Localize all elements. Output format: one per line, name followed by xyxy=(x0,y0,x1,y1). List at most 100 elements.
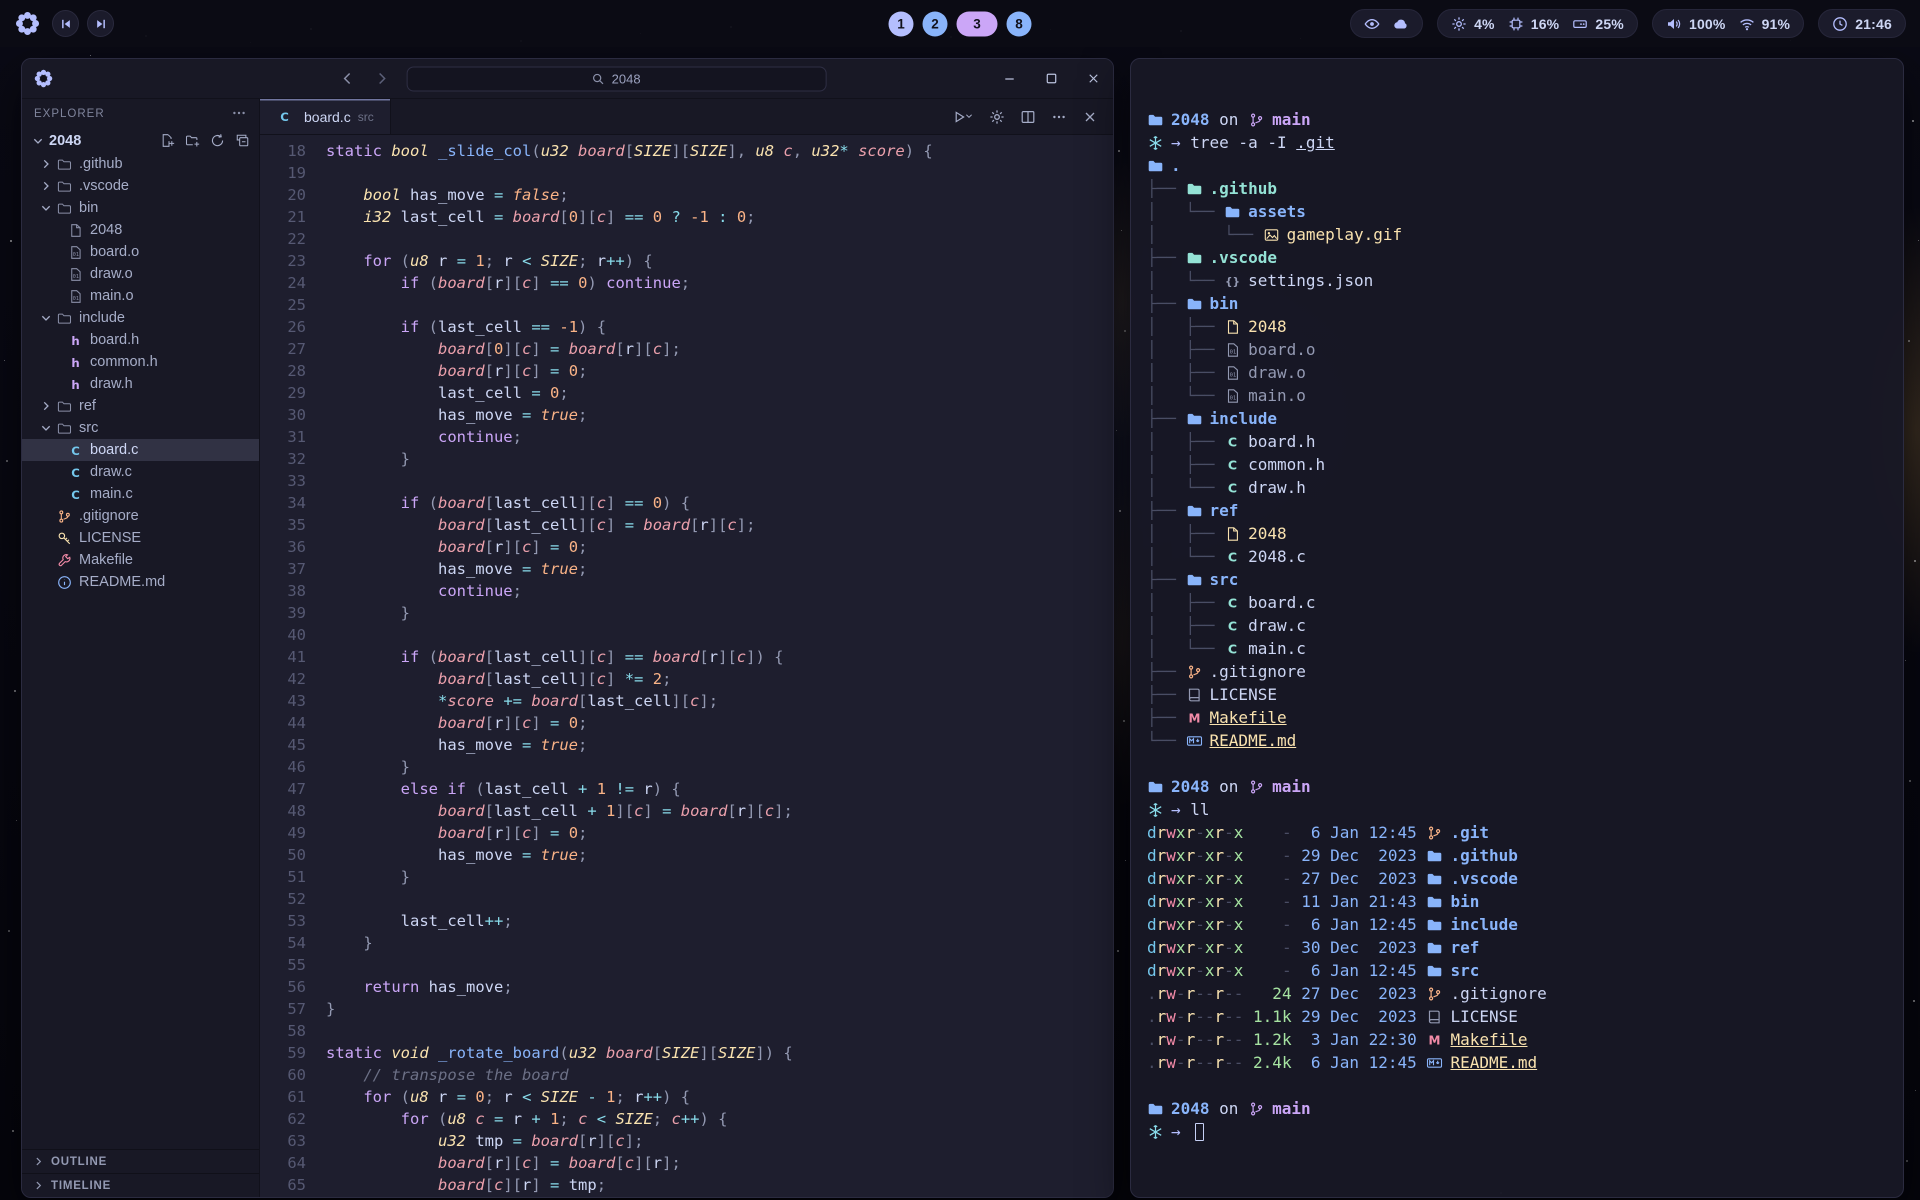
code-line-21[interactable]: 21 i32 last_cell = board[0][c] == 0 ? -1… xyxy=(260,206,1113,228)
code-line-64[interactable]: 64 board[r][c] = board[c][r]; xyxy=(260,1152,1113,1174)
terminal-window[interactable]: 2048 on main→ tree -a -I .git.├── .githu… xyxy=(1130,58,1904,1198)
code-line-52[interactable]: 52 xyxy=(260,888,1113,910)
outline-panel-header[interactable]: OUTLINE xyxy=(22,1149,259,1173)
timeline-panel-header[interactable]: TIMELINE xyxy=(22,1173,259,1197)
close-button[interactable] xyxy=(1086,71,1101,86)
code-line-49[interactable]: 49 board[r][c] = 0; xyxy=(260,822,1113,844)
code-line-29[interactable]: 29 last_cell = 0; xyxy=(260,382,1113,404)
tab-board.c[interactable]: C board.c src xyxy=(260,99,391,134)
file-src[interactable]: src xyxy=(22,417,259,439)
code-line-40[interactable]: 40 xyxy=(260,624,1113,646)
weather-widget[interactable] xyxy=(1350,9,1423,38)
code-line-26[interactable]: 26 if (last_cell == -1) { xyxy=(260,316,1113,338)
code-line-33[interactable]: 33 xyxy=(260,470,1113,492)
code-line-60[interactable]: 60 // transpose the board xyxy=(260,1064,1113,1086)
launcher-icon[interactable] xyxy=(14,10,41,37)
collapse-folders-icon[interactable] xyxy=(235,133,251,149)
code-line-55[interactable]: 55 xyxy=(260,954,1113,976)
code-line-37[interactable]: 37 has_move = true; xyxy=(260,558,1113,580)
code-line-22[interactable]: 22 xyxy=(260,228,1113,250)
code-line-35[interactable]: 35 board[last_cell][c] = board[r][c]; xyxy=(260,514,1113,536)
file-.gitignore[interactable]: .gitignore xyxy=(22,505,259,527)
settings-icon[interactable] xyxy=(989,109,1005,125)
file-Makefile[interactable]: Makefile xyxy=(22,549,259,571)
explorer-more-actions-icon[interactable] xyxy=(231,105,247,124)
media-next-button[interactable] xyxy=(87,10,114,37)
more-actions-icon[interactable] xyxy=(1051,109,1067,125)
navigate-forward-button[interactable] xyxy=(372,70,390,88)
code-line-30[interactable]: 30 has_move = true; xyxy=(260,404,1113,426)
file-.github[interactable]: .github xyxy=(22,153,259,175)
close-editor-icon[interactable] xyxy=(1082,109,1098,125)
run-file-icon[interactable] xyxy=(951,108,974,126)
project-root-folder[interactable]: 2048 xyxy=(22,129,259,153)
workspace-button-8[interactable]: 8 xyxy=(1007,11,1032,36)
code-editor[interactable]: 18static bool _slide_col(u32 board[SIZE]… xyxy=(260,135,1113,1197)
code-line-57[interactable]: 57} xyxy=(260,998,1113,1020)
file-board.h[interactable]: hboard.h xyxy=(22,329,259,351)
code-line-36[interactable]: 36 board[r][c] = 0; xyxy=(260,536,1113,558)
new-folder-icon[interactable] xyxy=(185,133,201,149)
file-2048[interactable]: 2048 xyxy=(22,219,259,241)
code-line-20[interactable]: 20 bool has_move = false; xyxy=(260,184,1113,206)
code-line-58[interactable]: 58 xyxy=(260,1020,1113,1042)
code-line-48[interactable]: 48 board[last_cell + 1][c] = board[r][c]… xyxy=(260,800,1113,822)
code-line-19[interactable]: 19 xyxy=(260,162,1113,184)
code-line-39[interactable]: 39 } xyxy=(260,602,1113,624)
file-main.o[interactable]: 01main.o xyxy=(22,285,259,307)
file-README.md[interactable]: README.md xyxy=(22,571,259,593)
code-line-23[interactable]: 23 for (u8 r = 1; r < SIZE; r++) { xyxy=(260,250,1113,272)
clock-widget[interactable]: 21:46 xyxy=(1818,9,1906,38)
code-line-56[interactable]: 56 return has_move; xyxy=(260,976,1113,998)
file-main.c[interactable]: Cmain.c xyxy=(22,483,259,505)
navigate-back-button[interactable] xyxy=(338,70,356,88)
code-line-25[interactable]: 25 xyxy=(260,294,1113,316)
code-line-47[interactable]: 47 else if (last_cell + 1 != r) { xyxy=(260,778,1113,800)
code-line-63[interactable]: 63 u32 tmp = board[r][c]; xyxy=(260,1130,1113,1152)
code-line-27[interactable]: 27 board[0][c] = board[r][c]; xyxy=(260,338,1113,360)
code-line-45[interactable]: 45 has_move = true; xyxy=(260,734,1113,756)
file-include[interactable]: include xyxy=(22,307,259,329)
split-editor-icon[interactable] xyxy=(1020,109,1036,125)
file-common.h[interactable]: hcommon.h xyxy=(22,351,259,373)
file-draw.o[interactable]: 01draw.o xyxy=(22,263,259,285)
maximize-button[interactable] xyxy=(1044,71,1059,86)
workspace-button-2[interactable]: 2 xyxy=(923,11,948,36)
code-line-43[interactable]: 43 *score += board[last_cell][c]; xyxy=(260,690,1113,712)
new-file-icon[interactable] xyxy=(160,133,176,149)
media-previous-button[interactable] xyxy=(52,10,79,37)
code-line-44[interactable]: 44 board[r][c] = 0; xyxy=(260,712,1113,734)
code-line-65[interactable]: 65 board[c][r] = tmp; xyxy=(260,1174,1113,1196)
file-board.o[interactable]: 01board.o xyxy=(22,241,259,263)
code-line-34[interactable]: 34 if (board[last_cell][c] == 0) { xyxy=(260,492,1113,514)
file-draw.c[interactable]: Cdraw.c xyxy=(22,461,259,483)
code-line-51[interactable]: 51 } xyxy=(260,866,1113,888)
code-line-31[interactable]: 31 continue; xyxy=(260,426,1113,448)
code-line-32[interactable]: 32 } xyxy=(260,448,1113,470)
code-line-28[interactable]: 28 board[r][c] = 0; xyxy=(260,360,1113,382)
file-board.c[interactable]: Cboard.c xyxy=(22,439,259,461)
minimize-button[interactable] xyxy=(1002,71,1017,86)
workspace-button-3[interactable]: 3 xyxy=(957,11,998,36)
file-draw.h[interactable]: hdraw.h xyxy=(22,373,259,395)
code-line-59[interactable]: 59static void _rotate_board(u32 board[SI… xyxy=(260,1042,1113,1064)
code-line-61[interactable]: 61 for (u8 r = 0; r < SIZE - 1; r++) { xyxy=(260,1086,1113,1108)
code-line-54[interactable]: 54 } xyxy=(260,932,1113,954)
file-LICENSE[interactable]: LICENSE xyxy=(22,527,259,549)
system-stats-widget[interactable]: 4%16%25% xyxy=(1437,9,1638,38)
code-line-46[interactable]: 46 } xyxy=(260,756,1113,778)
workspace-button-1[interactable]: 1 xyxy=(889,11,914,36)
code-line-41[interactable]: 41 if (board[last_cell][c] == board[r][c… xyxy=(260,646,1113,668)
code-line-38[interactable]: 38 continue; xyxy=(260,580,1113,602)
code-line-24[interactable]: 24 if (board[r][c] == 0) continue; xyxy=(260,272,1113,294)
refresh-explorer-icon[interactable] xyxy=(210,133,226,149)
code-line-62[interactable]: 62 for (u8 c = r + 1; c < SIZE; c++) { xyxy=(260,1108,1113,1130)
file-.vscode[interactable]: .vscode xyxy=(22,175,259,197)
code-line-53[interactable]: 53 last_cell++; xyxy=(260,910,1113,932)
command-center-search[interactable]: 2048 xyxy=(406,66,826,91)
code-line-42[interactable]: 42 board[last_cell][c] *= 2; xyxy=(260,668,1113,690)
code-line-50[interactable]: 50 has_move = true; xyxy=(260,844,1113,866)
code-line-18[interactable]: 18static bool _slide_col(u32 board[SIZE]… xyxy=(260,140,1113,162)
file-ref[interactable]: ref xyxy=(22,395,259,417)
file-bin[interactable]: bin xyxy=(22,197,259,219)
